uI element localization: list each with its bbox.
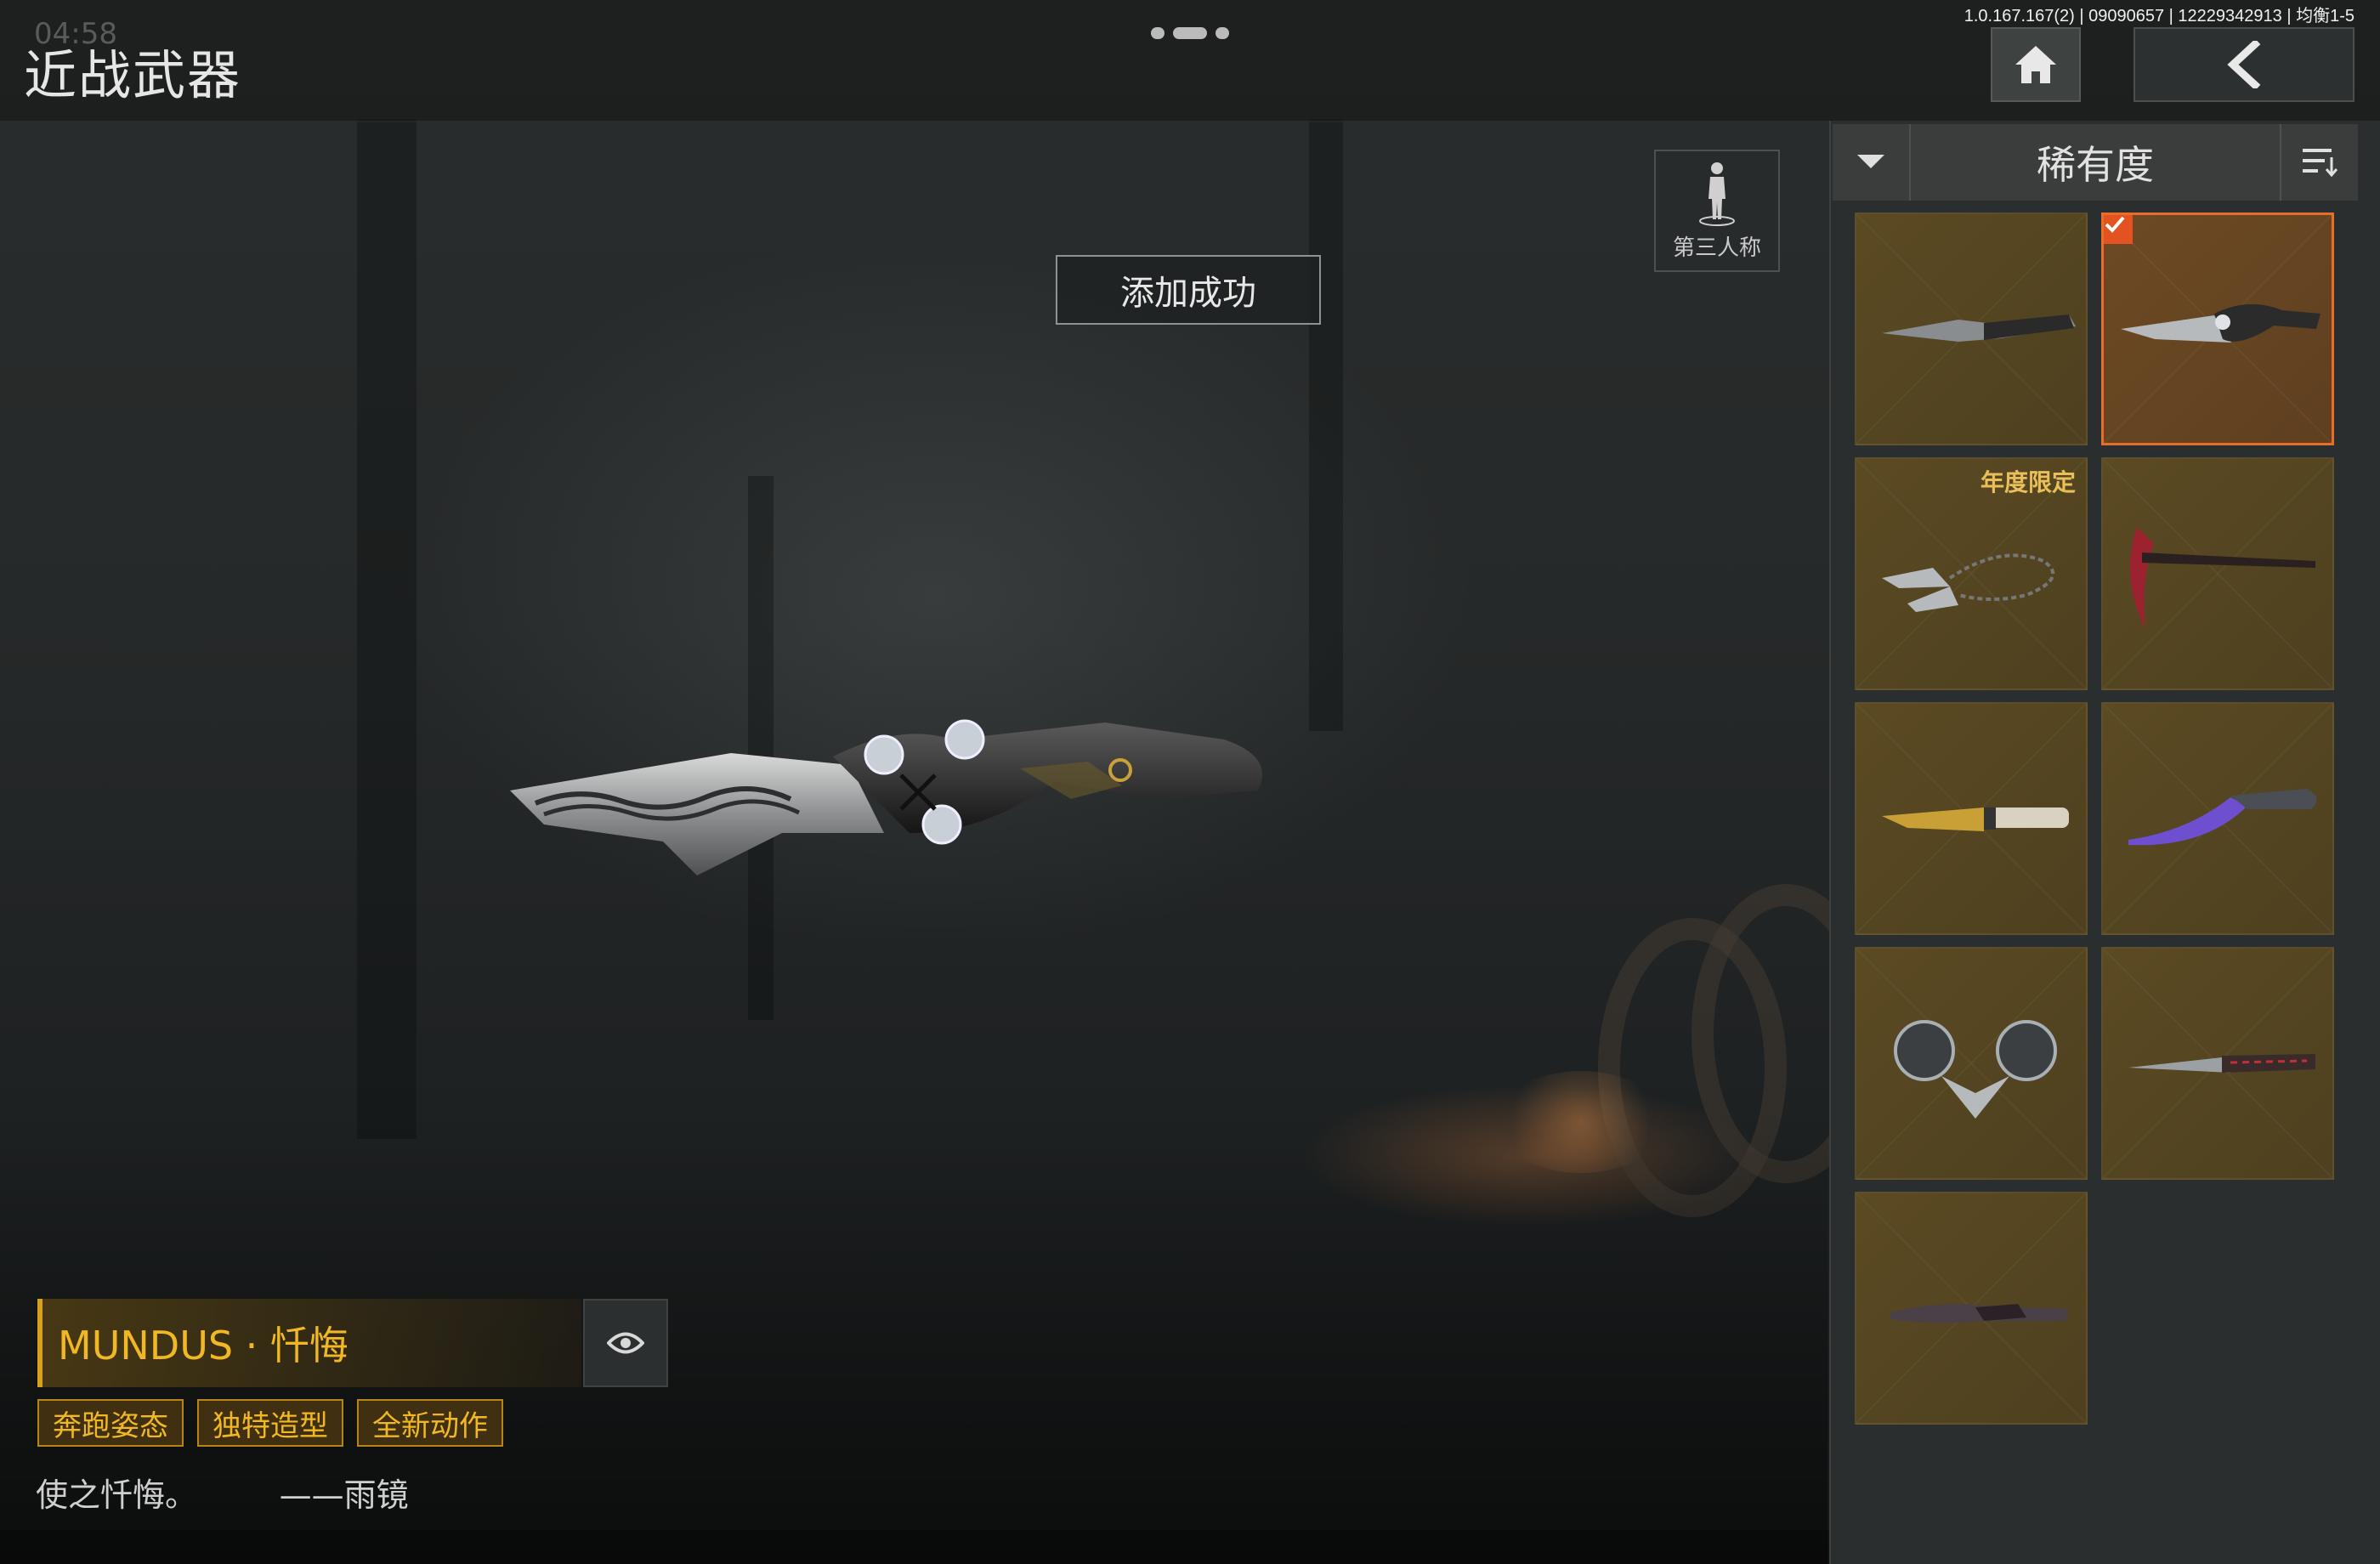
checkmark-icon (2104, 215, 2133, 244)
weapon-preview-image (510, 719, 1262, 876)
sort-label[interactable]: 稀有度 (1911, 124, 2280, 201)
limited-badge: 年度限定 (1980, 468, 2076, 496)
home-icon (2015, 46, 2056, 83)
weapon-name: MUNDUS · 忏悔 (37, 1299, 581, 1387)
sort-bar: 稀有度 (1833, 124, 2358, 201)
inventory-item[interactable] (2101, 702, 2334, 935)
scene-pole (1309, 119, 1343, 731)
chevron-down-icon (1857, 155, 1884, 168)
third-person-label: 第三人称 (1672, 235, 1761, 261)
eye-icon (607, 1332, 644, 1354)
preview-eye-button[interactable] (583, 1299, 668, 1387)
page-dot-active (1173, 27, 1207, 39)
knife-icon (1882, 808, 2069, 831)
inventory-item[interactable] (2101, 947, 2334, 1180)
page-dot (1216, 27, 1229, 39)
sort-order-icon (2303, 149, 2338, 178)
claws-icon (1894, 1020, 2057, 1119)
page-indicator (1151, 27, 1229, 39)
back-button[interactable] (2134, 27, 2354, 102)
scythe-icon (2130, 527, 2315, 629)
karambit-icon (2128, 789, 2317, 846)
version-info: 1.0.167.167(2) | 09090657 | 12229342913 … (1964, 7, 2354, 26)
weapon-quote: 使之忏悔。 ——雨镜 (36, 1476, 409, 1514)
weapon-tag: 独特造型 (197, 1399, 343, 1447)
knife-icon (2128, 1054, 2315, 1073)
weapon-tags: 奔跑姿态 独特造型 全新动作 (37, 1399, 503, 1447)
sort-dropdown-button[interactable] (1833, 124, 1911, 201)
home-button[interactable] (1991, 27, 2081, 102)
inventory-item[interactable] (1855, 702, 2088, 935)
inventory-item[interactable] (1855, 1192, 2088, 1425)
third-person-toggle[interactable]: 第三人称 (1654, 150, 1780, 272)
toast-message: 添加成功 (1056, 255, 1321, 325)
page-title: 近战武器 (24, 44, 242, 106)
inventory-item[interactable]: 年度限定 (1855, 457, 2088, 690)
sort-order-button[interactable] (2280, 124, 2358, 201)
knife-icon (1890, 1304, 2069, 1323)
page-dot (1151, 27, 1164, 39)
back-arrow-icon (2227, 41, 2261, 88)
knife-icon (2121, 303, 2320, 343)
inventory-item[interactable] (1855, 212, 2088, 445)
person-icon (1699, 162, 1735, 226)
inventory-item[interactable] (2101, 457, 2334, 690)
knife-icon (1882, 314, 2076, 342)
inventory-grid: 年度限定 (1855, 212, 2334, 1425)
weapon-tag: 全新动作 (357, 1399, 503, 1447)
bottom-bar (0, 1530, 1829, 1564)
weapon-tag: 奔跑姿态 (37, 1399, 184, 1447)
scene-pillar (357, 119, 416, 1139)
inventory-item[interactable] (1855, 947, 2088, 1180)
inventory-item-selected[interactable] (2101, 212, 2334, 445)
